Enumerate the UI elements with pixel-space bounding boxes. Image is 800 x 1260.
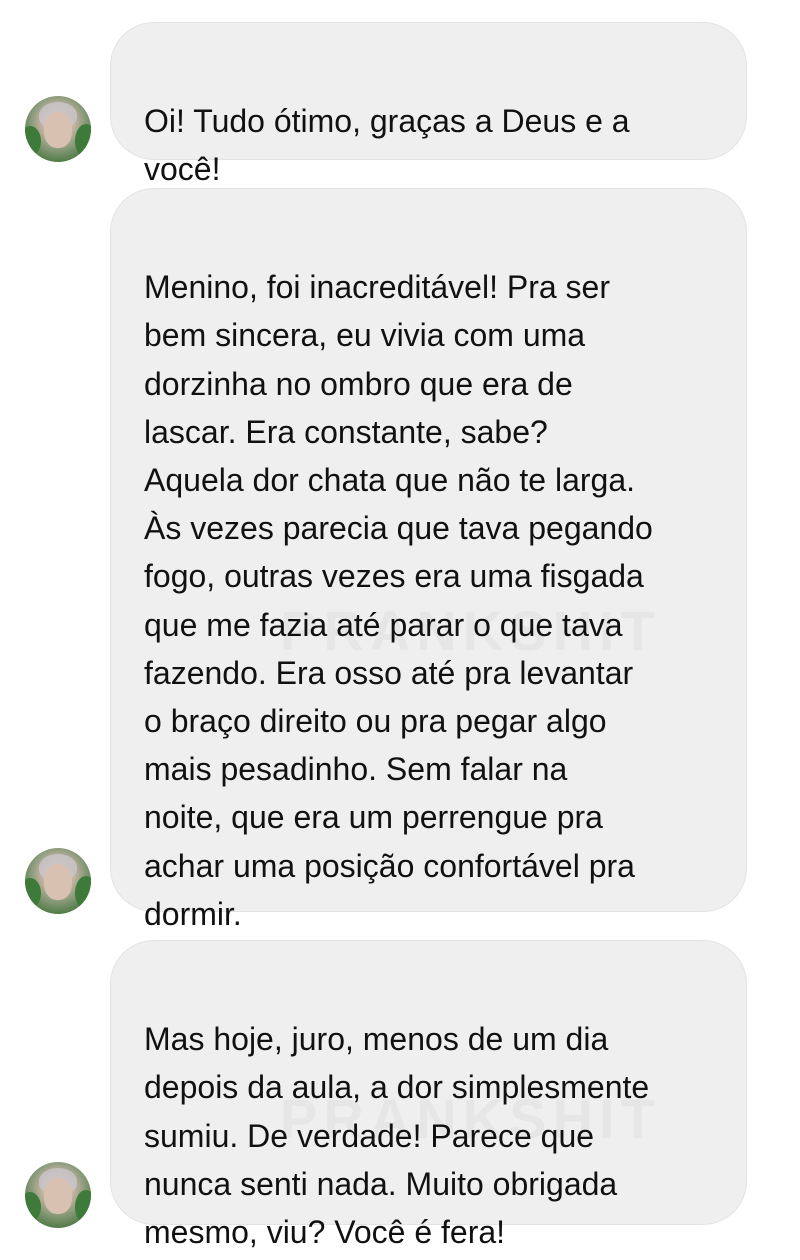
- user-avatar[interactable]: [25, 848, 91, 914]
- avatar-foliage: [75, 1190, 91, 1224]
- avatar-face: [44, 1178, 72, 1214]
- message-text: Mas hoje, juro, menos de um dia depois d…: [144, 1021, 650, 1251]
- message-bubble[interactable]: Oi! Tudo ótimo, graças a Deus e a você!: [110, 22, 747, 187]
- avatar-foliage: [75, 876, 91, 910]
- message-bubble[interactable]: Mas hoje, juro, menos de um dia depois d…: [110, 940, 747, 1250]
- message-text: Menino, foi inacreditável! Pra ser bem s…: [144, 269, 653, 932]
- user-avatar[interactable]: [25, 1162, 91, 1228]
- avatar-foliage: [25, 1192, 41, 1222]
- user-avatar[interactable]: [25, 96, 91, 162]
- avatar-face: [44, 112, 72, 148]
- avatar-foliage: [25, 126, 41, 156]
- avatar-foliage: [25, 878, 41, 908]
- message-text: Oi! Tudo ótimo, graças a Deus e a você!: [144, 103, 630, 188]
- avatar-foliage: [75, 124, 91, 158]
- message-bubble[interactable]: Menino, foi inacreditável! Pra ser bem s…: [110, 188, 747, 932]
- avatar-face: [44, 864, 72, 900]
